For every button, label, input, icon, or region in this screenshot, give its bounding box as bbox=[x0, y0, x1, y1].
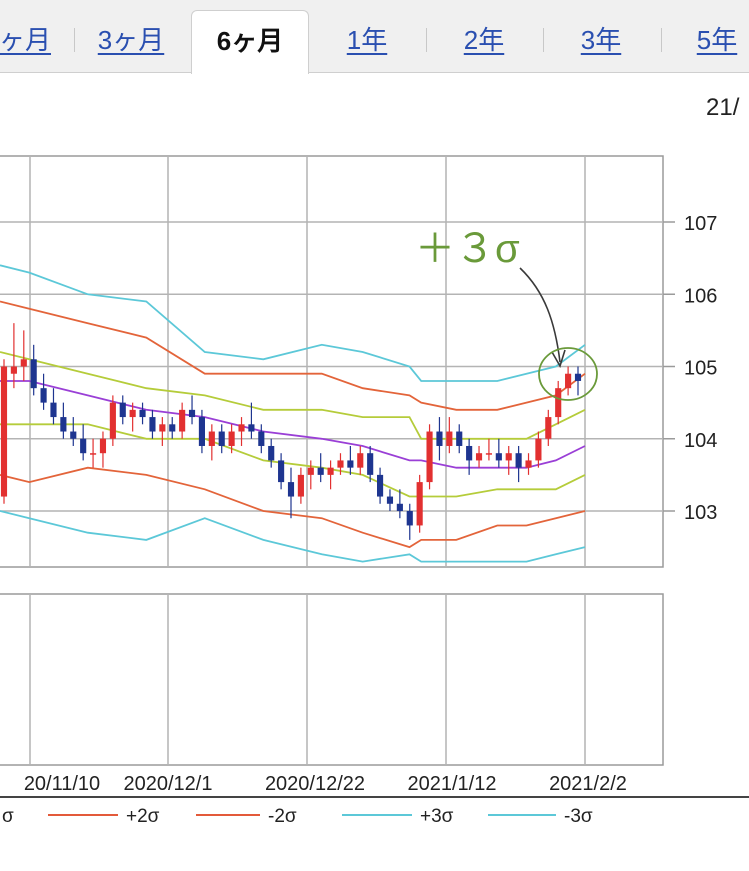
candle-up bbox=[337, 460, 344, 468]
candle-down bbox=[119, 402, 126, 418]
candle-down bbox=[139, 409, 146, 418]
y-tick-label: 104 bbox=[684, 430, 717, 452]
candle-down bbox=[347, 460, 354, 468]
candle-up bbox=[179, 409, 186, 432]
x-tick-label: 2021/1/12 bbox=[408, 773, 497, 795]
candle-up bbox=[99, 438, 107, 454]
candle-down bbox=[287, 482, 295, 497]
legend-label: -2σ bbox=[268, 806, 297, 827]
candle-up bbox=[238, 424, 245, 432]
candle-up bbox=[505, 453, 512, 461]
candle-up bbox=[208, 431, 215, 446]
indicator-panel bbox=[0, 593, 664, 766]
candle-down bbox=[456, 431, 463, 446]
candle-up bbox=[357, 453, 364, 468]
candle-down bbox=[574, 373, 582, 381]
candle-up bbox=[426, 431, 433, 483]
candle-down bbox=[495, 453, 502, 461]
candle-up bbox=[0, 366, 8, 497]
candle-down bbox=[60, 417, 67, 432]
candle-up bbox=[485, 453, 492, 455]
candle-down bbox=[396, 503, 403, 511]
legend-label: +3σ bbox=[420, 806, 454, 827]
candle-up bbox=[307, 467, 314, 475]
candle-down bbox=[218, 431, 225, 446]
y-tick-label: 103 bbox=[684, 502, 717, 524]
candle-down bbox=[317, 467, 324, 475]
candle-down bbox=[406, 511, 413, 526]
candle-up bbox=[475, 453, 483, 461]
candle-up bbox=[416, 482, 423, 526]
candle-down bbox=[258, 431, 265, 446]
candle-down bbox=[30, 359, 37, 389]
candle-down bbox=[367, 453, 374, 475]
candle-down bbox=[70, 431, 77, 439]
candle-down bbox=[248, 424, 255, 432]
candle-down bbox=[278, 460, 285, 483]
legend-label: σ bbox=[2, 806, 14, 827]
candle-up bbox=[555, 388, 562, 418]
candle-up bbox=[545, 417, 552, 439]
candle-down bbox=[80, 438, 87, 454]
candle-down bbox=[50, 402, 57, 418]
legend-label: -3σ bbox=[564, 806, 593, 827]
candle-down bbox=[515, 453, 522, 468]
candle-down bbox=[466, 445, 473, 461]
candle-down bbox=[169, 424, 176, 432]
legend-label: +2σ bbox=[126, 806, 160, 827]
candle-up bbox=[535, 438, 542, 461]
candle-up bbox=[159, 424, 166, 432]
x-tick-label: 2020/12/22 bbox=[265, 773, 365, 795]
annotation-label: ＋３σ bbox=[415, 227, 520, 271]
candle-up bbox=[10, 366, 17, 374]
y-tick-label: 107 bbox=[684, 213, 717, 235]
candle-down bbox=[377, 474, 384, 497]
candle-down bbox=[188, 409, 196, 418]
candle-up bbox=[129, 409, 136, 418]
candle-down bbox=[198, 417, 205, 446]
candle-up bbox=[228, 431, 235, 446]
candle-down bbox=[436, 431, 443, 446]
x-tick-label: 2021/2/2 bbox=[549, 773, 627, 795]
y-tick-label: 105 bbox=[684, 358, 717, 380]
candle-up bbox=[20, 359, 27, 367]
candle-up bbox=[90, 453, 97, 455]
candle-down bbox=[40, 388, 47, 403]
x-tick-label: 20/11/10 bbox=[24, 773, 100, 795]
candle-up bbox=[446, 431, 453, 446]
candle-up bbox=[297, 474, 304, 497]
candle-up bbox=[327, 467, 334, 475]
x-tick-label: 2020/12/1 bbox=[124, 773, 213, 795]
candle-down bbox=[268, 445, 275, 461]
candle-up bbox=[109, 402, 116, 439]
y-tick-label: 106 bbox=[684, 285, 717, 307]
candle-down bbox=[149, 417, 156, 432]
candle-down bbox=[386, 496, 394, 504]
candle-up bbox=[565, 373, 572, 389]
candle-up bbox=[525, 460, 532, 468]
candlestick-chart: 107 106 105 104 103 20/11/10 2020/12/1 2020/12/… bbox=[0, 155, 749, 827]
